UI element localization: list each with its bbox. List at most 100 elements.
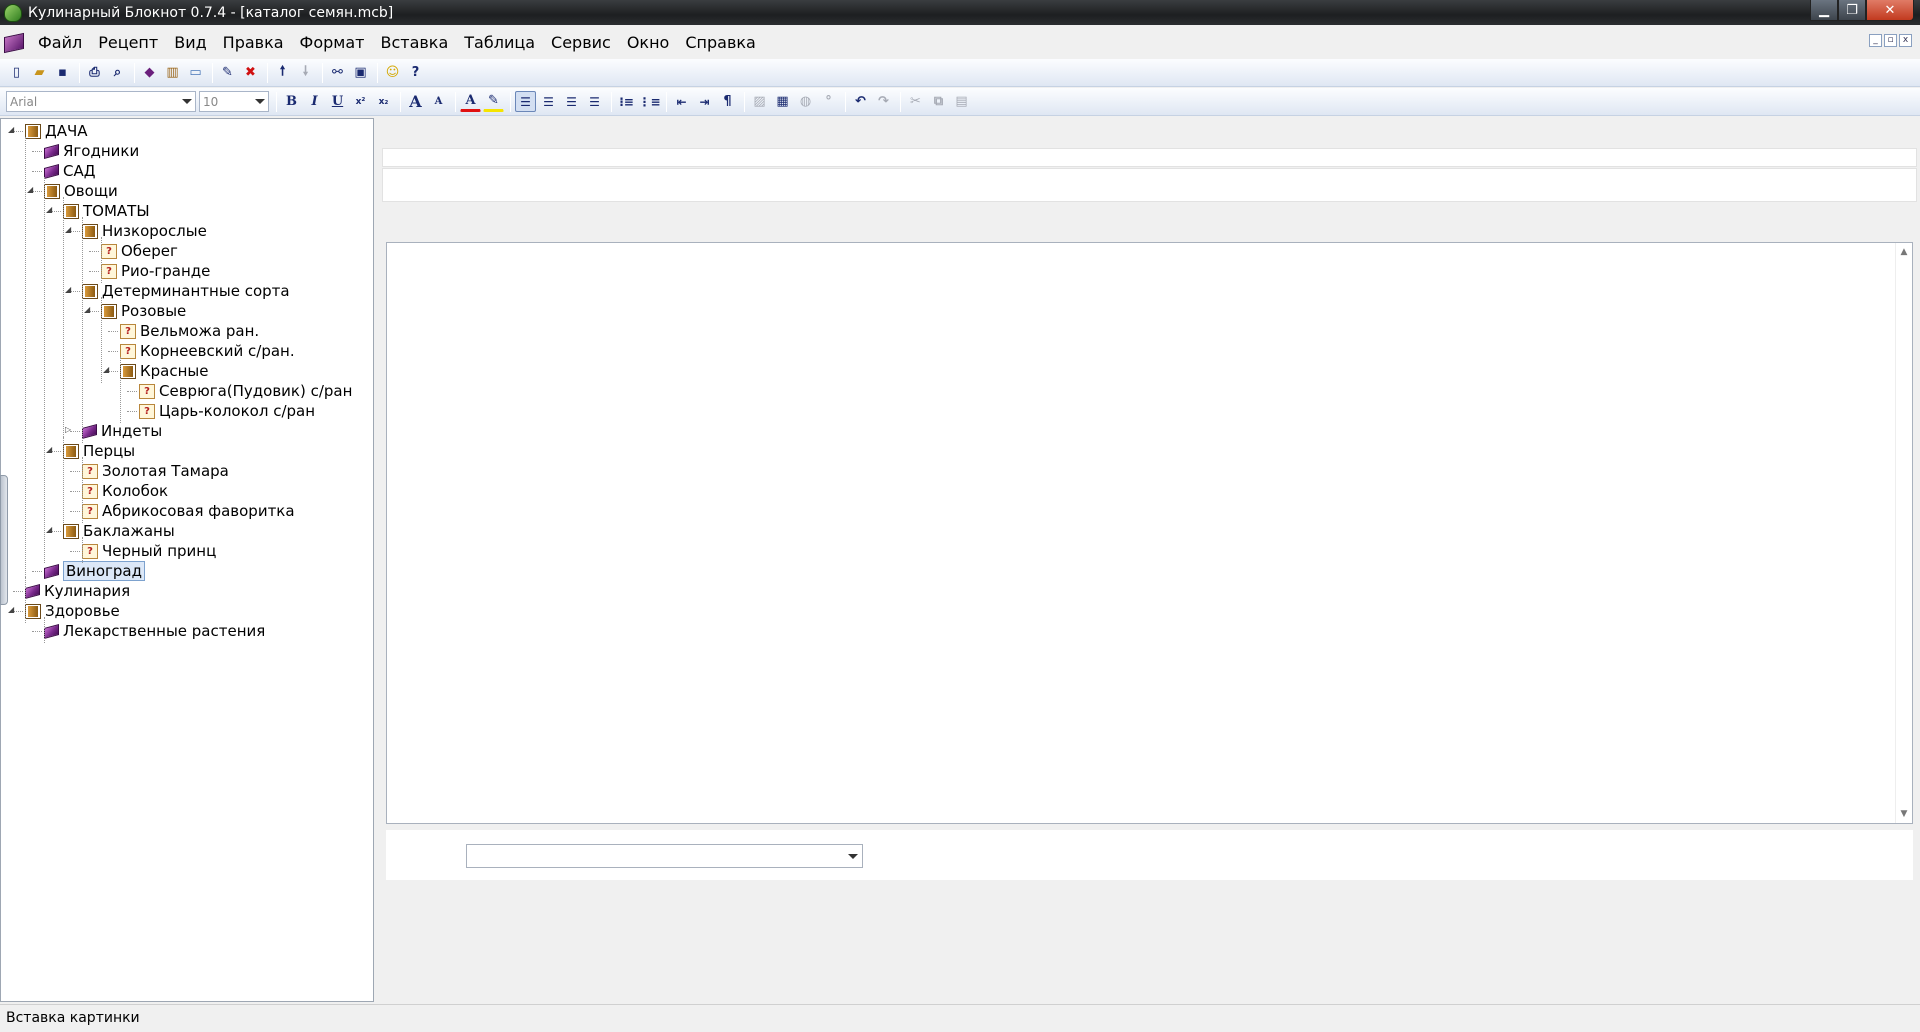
tree-item[interactable]: Перцы <box>63 441 135 461</box>
tree-item[interactable]: ? Золотая Тамара <box>82 461 229 481</box>
maximize-button[interactable]: ❐ <box>1838 0 1866 21</box>
shrink-font-button[interactable]: A <box>428 91 449 112</box>
save-icon[interactable]: ▪ <box>52 62 73 83</box>
collapse-arrow-icon[interactable]: ◢ <box>103 366 111 374</box>
scroll-up-icon[interactable]: ▲ <box>1896 247 1912 257</box>
edit-icon[interactable]: ✎ <box>217 62 238 83</box>
tree-item[interactable]: ? Колобок <box>82 481 168 501</box>
font-size-combo[interactable]: 10 <box>199 91 269 112</box>
numbered-list-icon[interactable]: ⋮≡ <box>638 91 660 112</box>
tree-item[interactable]: ТОМАТЫ <box>63 201 150 221</box>
align-left-icon[interactable]: ☰ <box>515 91 536 112</box>
tree-item[interactable]: Здоровье <box>25 601 120 621</box>
menu-service[interactable]: Сервис <box>543 32 619 54</box>
new-catalog-icon[interactable]: ▥ <box>162 62 183 83</box>
pilcrow-button[interactable]: ¶ <box>717 91 738 112</box>
tree-item[interactable]: Детерминантные сорта <box>82 281 290 301</box>
new-book-icon[interactable]: ◆ <box>139 62 160 83</box>
menu-file[interactable]: Файл <box>30 32 90 54</box>
mdi-minimize-button[interactable]: _ <box>1869 34 1882 47</box>
subtitle-field[interactable] <box>382 168 1917 202</box>
tree-item[interactable]: Кулинария <box>25 581 130 601</box>
align-center-icon[interactable]: ☰ <box>538 91 559 112</box>
copy-icon[interactable]: ⧉ <box>928 91 949 112</box>
menu-format[interactable]: Формат <box>292 32 373 54</box>
bold-button[interactable]: B <box>281 91 302 112</box>
tree-item[interactable]: Баклажаны <box>63 521 175 541</box>
recipe-text-editor[interactable]: ▲ ▼ <box>386 242 1913 824</box>
italic-button[interactable]: I <box>304 91 325 112</box>
insert-table-icon[interactable]: ▦ <box>772 91 793 112</box>
document-icon[interactable] <box>4 32 24 54</box>
collapse-arrow-icon[interactable]: ◢ <box>65 286 73 294</box>
collapse-arrow-icon[interactable]: ◢ <box>8 126 16 134</box>
underline-button[interactable]: U <box>327 91 348 112</box>
close-button[interactable]: ✕ <box>1866 0 1914 21</box>
menu-view[interactable]: Вид <box>166 32 214 54</box>
new-recipe-icon[interactable]: ▭ <box>185 62 206 83</box>
tree-item[interactable]: ? Вельможа ран. <box>120 321 259 341</box>
panel-grip-handle[interactable] <box>0 475 8 605</box>
move-up-icon[interactable]: 🠕 <box>272 62 293 83</box>
align-right-icon[interactable]: ☰ <box>561 91 582 112</box>
align-justify-icon[interactable]: ☰ <box>584 91 605 112</box>
tree-item[interactable]: Розовые <box>101 301 186 321</box>
collapse-arrow-icon[interactable]: ◢ <box>8 606 16 614</box>
superscript-button[interactable]: x² <box>350 91 371 112</box>
font-name-combo[interactable]: Arial <box>6 91 196 112</box>
tree-item[interactable]: САД <box>44 161 95 181</box>
collapse-arrow-icon[interactable]: ◢ <box>46 526 54 534</box>
tree-item[interactable]: ? Корнеевский с/ран. <box>120 341 295 361</box>
title-field[interactable] <box>382 148 1917 167</box>
delete-icon[interactable]: ✖ <box>240 62 261 83</box>
print-icon[interactable]: ⎙ <box>84 62 105 83</box>
grow-font-button[interactable]: A <box>405 91 426 112</box>
highlight-icon[interactable]: ✎ <box>483 91 504 112</box>
tree-item[interactable]: ? Абрикосовая фаворитка <box>82 501 295 521</box>
collapse-arrow-icon[interactable]: ◢ <box>65 226 73 234</box>
tree-item[interactable]: ? Царь-колокол с/ран <box>139 401 315 421</box>
mdi-restore-button[interactable]: ▫ <box>1884 34 1897 47</box>
image-icon[interactable]: ▣ <box>350 62 371 83</box>
vertical-scrollbar[interactable]: ▲ ▼ <box>1895 243 1912 823</box>
collapse-arrow-icon[interactable]: ◢ <box>46 206 54 214</box>
menu-help[interactable]: Справка <box>677 32 764 54</box>
minimize-button[interactable]: ▁ <box>1810 0 1838 21</box>
increase-indent-icon[interactable]: ⇥ <box>694 91 715 112</box>
font-color-button[interactable]: A <box>460 91 481 112</box>
print-preview-icon[interactable]: ⌕ <box>107 62 128 83</box>
menu-window[interactable]: Окно <box>619 32 678 54</box>
collapse-arrow-icon[interactable]: ◢ <box>84 306 92 314</box>
collapse-arrow-icon[interactable]: ◢ <box>27 186 35 194</box>
tree-item[interactable]: Лекарственные растения <box>44 621 265 641</box>
tree-item[interactable]: ? Севрюга(Пудовик) с/ран <box>139 381 352 401</box>
cut-icon[interactable]: ✂ <box>905 91 926 112</box>
menu-table[interactable]: Таблица <box>456 32 543 54</box>
find-binoculars-icon[interactable]: ⚯ <box>327 62 348 83</box>
menu-insert[interactable]: Вставка <box>372 32 456 54</box>
subscript-button[interactable]: x₂ <box>373 91 394 112</box>
tree-item[interactable]: Овощи <box>44 181 118 201</box>
collapse-arrow-icon[interactable]: ◢ <box>46 446 54 454</box>
move-down-icon[interactable]: 🠗 <box>295 62 316 83</box>
tree-item[interactable]: ДАЧА <box>25 121 88 141</box>
special-char-icon[interactable]: ° <box>818 91 839 112</box>
help-icon[interactable]: ? <box>405 62 426 83</box>
scroll-down-icon[interactable]: ▼ <box>1896 809 1912 819</box>
bullet-list-icon[interactable]: ⁝≡ <box>616 91 637 112</box>
expand-arrow-icon[interactable]: ▷ <box>65 426 73 434</box>
tree-item[interactable]: Красные <box>120 361 209 381</box>
web-link-icon[interactable]: ◍ <box>795 91 816 112</box>
open-folder-icon[interactable]: ▰ <box>29 62 50 83</box>
mdi-close-button[interactable]: x <box>1899 34 1912 47</box>
tree-item[interactable]: ? Черный принц <box>82 541 216 561</box>
smiley-icon[interactable]: ☺ <box>382 62 403 83</box>
decrease-indent-icon[interactable]: ⇤ <box>671 91 692 112</box>
tree-item[interactable]: ? Рио-гранде <box>101 261 210 281</box>
undo-icon[interactable]: ↶ <box>850 91 871 112</box>
tree-item[interactable]: Виноград <box>44 561 145 581</box>
menu-recipe[interactable]: Рецепт <box>90 32 166 54</box>
category-combo[interactable] <box>466 844 863 868</box>
redo-icon[interactable]: ↷ <box>873 91 894 112</box>
catalog-tree[interactable]: ◢ ДАЧА Ягодники САД ◢ Овощи ◢ ТОМАТЫ ◢ Низкорослы… <box>0 118 374 1002</box>
